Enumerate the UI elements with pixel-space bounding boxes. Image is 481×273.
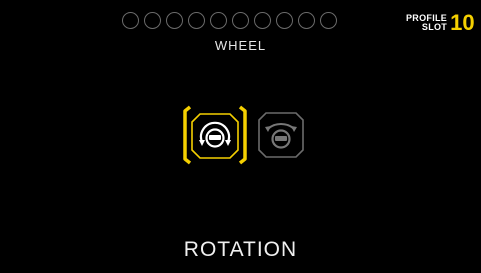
slot-indicator[interactable] <box>320 12 337 29</box>
wheel-options <box>182 105 306 165</box>
slot-indicator[interactable] <box>254 12 271 29</box>
profile-slot-number: 10 <box>450 10 475 35</box>
profile-slot-indicators <box>122 12 337 29</box>
slot-indicator[interactable] <box>232 12 249 29</box>
category-label: WHEEL <box>214 38 267 53</box>
slot-indicator[interactable] <box>166 12 183 29</box>
slot-indicator[interactable] <box>210 12 227 29</box>
slot-indicator[interactable] <box>144 12 161 29</box>
slot-indicator[interactable] <box>122 12 139 29</box>
slot-indicator[interactable] <box>298 12 315 29</box>
slot-indicator[interactable] <box>188 12 205 29</box>
wheel-tilt-icon <box>258 112 304 158</box>
wheel-rotation-icon <box>183 105 247 165</box>
profile-slot-badge: PROFILE SLOT 10 <box>406 12 475 34</box>
slot-label: SLOT <box>421 22 448 32</box>
slot-indicator[interactable] <box>276 12 293 29</box>
option-tilt[interactable] <box>256 109 306 161</box>
option-rotation[interactable] <box>182 105 248 165</box>
setting-title: ROTATION <box>183 238 298 261</box>
profile-slot-label: PROFILE SLOT <box>406 14 447 32</box>
